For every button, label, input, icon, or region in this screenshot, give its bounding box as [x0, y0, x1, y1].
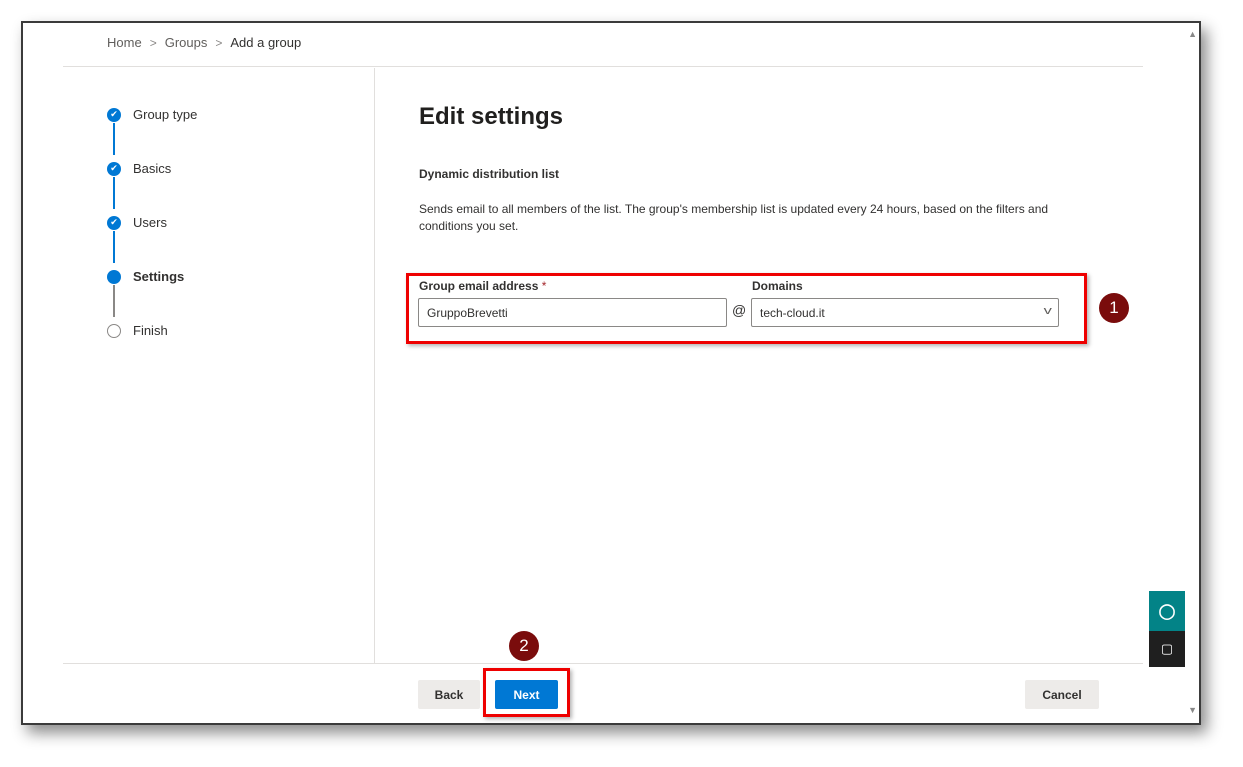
chevron-right-icon: >	[215, 35, 223, 50]
help-headset-icon[interactable]: ◯	[1149, 591, 1185, 631]
breadcrumb-groups[interactable]: Groups	[165, 35, 208, 50]
breadcrumb-current: Add a group	[230, 35, 302, 50]
highlight-box	[483, 668, 570, 717]
step-connector	[113, 231, 115, 263]
wizard-window: Home > Groups > Add a group ✔ Group type …	[21, 21, 1201, 725]
step-finish: Finish	[107, 323, 168, 338]
step-users[interactable]: ✔ Users	[107, 215, 167, 230]
check-icon: ✔	[107, 161, 121, 176]
description: Sends email to all members of the list. …	[419, 202, 1049, 233]
annotation-badge: 2	[509, 631, 539, 661]
step-label: Settings	[133, 269, 185, 284]
feedback-chat-icon[interactable]: ▢	[1149, 631, 1185, 667]
current-step-icon	[107, 269, 121, 284]
step-label: Users	[133, 215, 167, 230]
scroll-up-arrow[interactable]: ▲	[1188, 29, 1197, 39]
scroll-down-arrow[interactable]: ▼	[1188, 705, 1197, 715]
group-type-subtitle: Dynamic distribution list	[419, 167, 560, 181]
annotation-badge: 1	[1099, 293, 1129, 323]
step-connector	[113, 123, 115, 155]
check-icon: ✔	[107, 215, 121, 230]
step-connector	[113, 177, 115, 209]
breadcrumb-home[interactable]: Home	[107, 35, 142, 50]
chevron-right-icon: >	[149, 35, 157, 50]
divider	[63, 663, 1143, 664]
divider	[374, 68, 375, 664]
page-title: Edit settings	[419, 103, 564, 130]
check-icon: ✔	[107, 107, 121, 122]
step-group-type[interactable]: ✔ Group type	[107, 107, 197, 122]
step-basics[interactable]: ✔ Basics	[107, 161, 171, 176]
breadcrumb: Home > Groups > Add a group	[107, 35, 301, 50]
empty-circle-icon	[107, 323, 121, 338]
highlight-box	[406, 273, 1087, 344]
step-label: Finish	[133, 323, 168, 338]
step-label: Basics	[133, 161, 172, 176]
back-button[interactable]: Back	[418, 680, 480, 709]
step-label: Group type	[133, 107, 198, 122]
cancel-button[interactable]: Cancel	[1025, 680, 1099, 709]
step-settings: Settings	[107, 269, 184, 284]
step-connector	[113, 285, 115, 317]
divider	[63, 66, 1143, 67]
